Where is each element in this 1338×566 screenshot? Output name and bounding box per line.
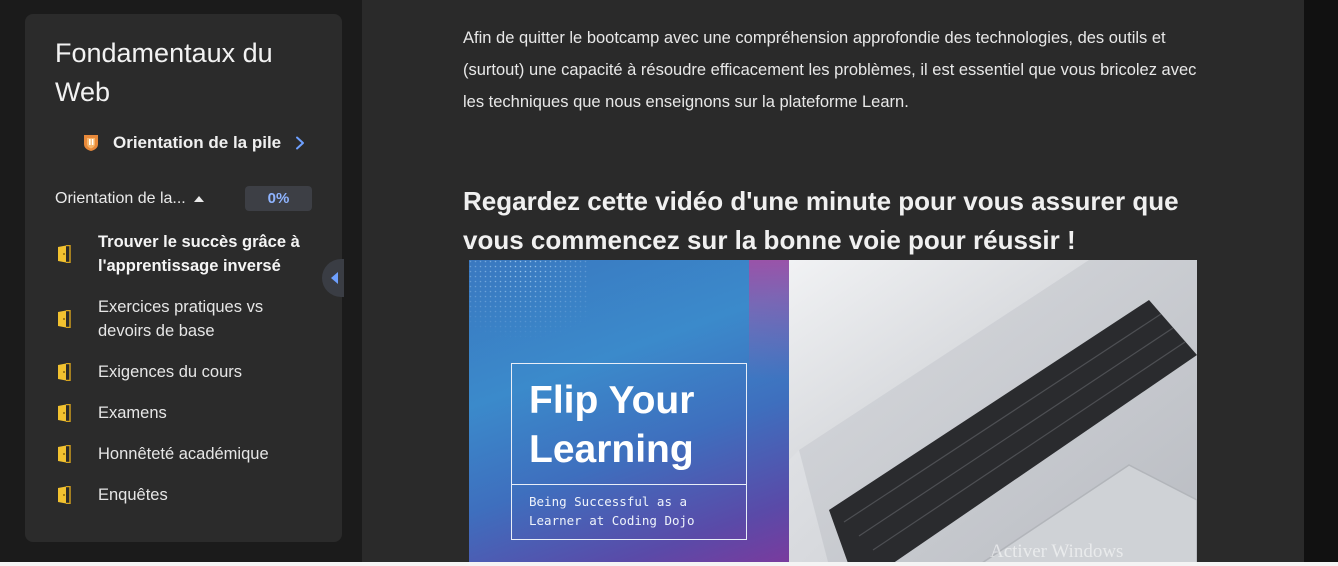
lesson-label: Exercices pratiques vs devoirs de base [98, 298, 264, 340]
door-icon [58, 445, 71, 463]
right-gutter [1304, 0, 1338, 566]
lesson-item[interactable]: Trouver le succès grâce à l'apprentissag… [57, 230, 317, 278]
lesson-item[interactable]: Exigences du cours [57, 360, 317, 384]
bottom-edge [0, 562, 1338, 566]
course-sidebar: Fondamentaux du Web Orientation de la pi… [25, 14, 342, 542]
lesson-label: Trouver le succès grâce à l'apprentissag… [98, 233, 300, 275]
lesson-item[interactable]: Exercices pratiques vs devoirs de base [57, 295, 317, 343]
section-label: Orientation de la... [55, 190, 186, 207]
section-progress-badge: 0% [245, 186, 312, 211]
chevron-left-icon [331, 272, 338, 284]
door-icon [58, 310, 71, 328]
laptop-illustration [789, 260, 1197, 566]
chevron-right-icon [296, 136, 305, 150]
video-heading: Regardez cette vidéo d'une minute pour v… [463, 186, 1179, 255]
lesson-item[interactable]: Honnêteté académique [57, 442, 317, 466]
section-toggle[interactable]: Orientation de la... 0% [55, 186, 312, 212]
gradient-accent [749, 260, 789, 380]
dot-pattern-decoration [469, 260, 589, 350]
lesson-label: Honnêteté académique [98, 445, 269, 463]
lesson-item[interactable]: Examens [57, 401, 317, 425]
activation-watermark: Activer Windows [990, 541, 1124, 562]
title-divider [512, 484, 746, 485]
lesson-label: Examens [98, 404, 167, 422]
lesson-label: Exigences du cours [98, 363, 242, 381]
module-link[interactable]: Orientation de la pile [83, 130, 305, 156]
laptop-image [789, 260, 1197, 566]
module-label: Orientation de la pile [113, 133, 282, 152]
video-title: Flip Your Learning [529, 379, 695, 471]
course-title: Fondamentaux du Web [55, 38, 273, 107]
video-subtitle: Being Successful as a Learner at Coding … [529, 494, 695, 528]
video-title-card: Flip Your Learning Being Successful as a… [469, 260, 789, 566]
door-icon [58, 245, 71, 263]
door-icon [58, 363, 71, 381]
video-title-box: Flip Your Learning Being Successful as a… [511, 363, 747, 540]
lesson-item[interactable]: Enquêtes [57, 483, 317, 507]
lesson-label: Enquêtes [98, 486, 168, 504]
video-player[interactable]: Flip Your Learning Being Successful as a… [469, 260, 1197, 566]
lesson-content: Afin de quitter le bootcamp avec une com… [362, 0, 1304, 566]
intro-paragraph: Afin de quitter le bootcamp avec une com… [463, 29, 1197, 111]
app-root: Fondamentaux du Web Orientation de la pi… [0, 0, 1338, 566]
shield-icon [84, 135, 98, 151]
door-icon [58, 486, 71, 504]
caret-up-icon [193, 196, 204, 202]
door-icon [58, 404, 71, 422]
